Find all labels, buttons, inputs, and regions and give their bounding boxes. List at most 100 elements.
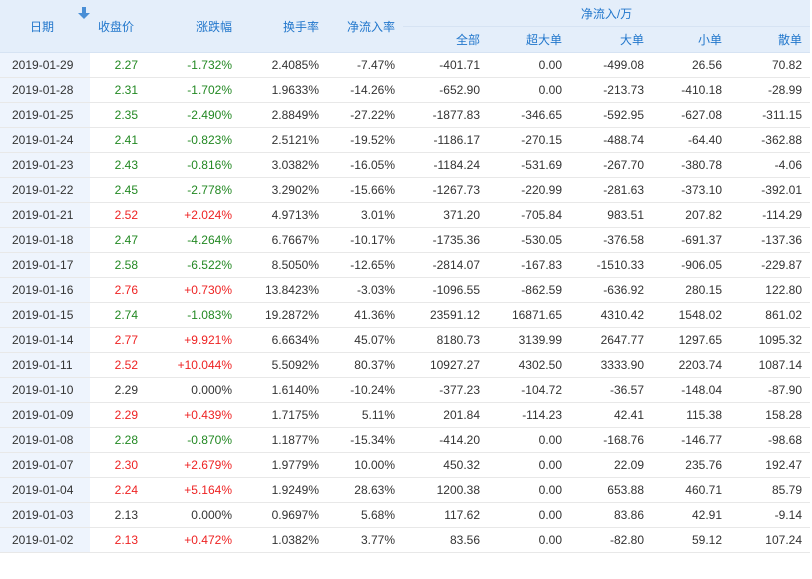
- cell-date: 2019-01-11: [0, 352, 90, 378]
- cell-large: 2647.77: [570, 327, 652, 353]
- cell-large: -281.63: [570, 177, 652, 203]
- cell-date: 2019-01-22: [0, 177, 90, 203]
- table-row: 2019-01-02 2.13 +0.472% 1.0382% 3.77% 83.56 0.…: [0, 527, 810, 553]
- header-turnover[interactable]: 换手率: [240, 0, 327, 53]
- cell-change: -0.870%: [146, 427, 240, 453]
- header-small[interactable]: 小单: [652, 26, 730, 53]
- cell-small: -373.10: [652, 177, 730, 203]
- cell-super: -346.65: [488, 102, 570, 128]
- cell-turnover: 5.5092%: [240, 352, 327, 378]
- cell-change: +0.472%: [146, 527, 240, 553]
- cell-netflow-rate: 10.00%: [327, 452, 403, 478]
- cell-change: +9.921%: [146, 327, 240, 353]
- cell-large: -82.80: [570, 527, 652, 553]
- cell-super: 3139.99: [488, 327, 570, 353]
- cell-small: 280.15: [652, 277, 730, 303]
- cell-turnover: 13.8423%: [240, 277, 327, 303]
- cell-turnover: 1.9779%: [240, 452, 327, 478]
- cell-super: -531.69: [488, 152, 570, 178]
- header-large[interactable]: 大单: [570, 26, 652, 53]
- cell-small: 460.71: [652, 477, 730, 503]
- cell-super: 16871.65: [488, 302, 570, 328]
- cell-date: 2019-01-03: [0, 502, 90, 528]
- cell-turnover: 2.4085%: [240, 52, 327, 78]
- cell-all: -377.23: [403, 377, 488, 403]
- cell-date: 2019-01-28: [0, 77, 90, 103]
- cell-turnover: 1.9249%: [240, 477, 327, 503]
- table-row: 2019-01-14 2.77 +9.921% 6.6634% 45.07% 8180.7…: [0, 327, 810, 353]
- cell-small: -64.40: [652, 127, 730, 153]
- table-row: 2019-01-21 2.52 +2.024% 4.9713% 3.01% 371.20-…: [0, 202, 810, 228]
- cell-retail: -87.90: [730, 377, 810, 403]
- cell-super: 0.00: [488, 427, 570, 453]
- cell-all: -1096.55: [403, 277, 488, 303]
- cell-retail: -362.88: [730, 127, 810, 153]
- cell-large: 653.88: [570, 477, 652, 503]
- cell-turnover: 6.6634%: [240, 327, 327, 353]
- cell-netflow-rate: -3.03%: [327, 277, 403, 303]
- cell-turnover: 1.1877%: [240, 427, 327, 453]
- header-close[interactable]: 收盘价: [90, 0, 146, 53]
- cell-netflow-rate: -15.34%: [327, 427, 403, 453]
- table-row: 2019-01-10 2.29 0.000% 1.6140% -10.24% -377.2…: [0, 377, 810, 403]
- header-date[interactable]: 日期: [0, 0, 90, 53]
- cell-small: -906.05: [652, 252, 730, 278]
- cell-close: 2.45: [90, 177, 146, 203]
- cell-super: 0.00: [488, 452, 570, 478]
- cell-change: -6.522%: [146, 252, 240, 278]
- cell-super: -862.59: [488, 277, 570, 303]
- cell-close: 2.28: [90, 427, 146, 453]
- cell-date: 2019-01-15: [0, 302, 90, 328]
- cell-large: 22.09: [570, 452, 652, 478]
- cell-change: -1.732%: [146, 52, 240, 78]
- cell-large: -499.08: [570, 52, 652, 78]
- cell-change: 0.000%: [146, 377, 240, 403]
- cell-close: 2.29: [90, 402, 146, 428]
- table-row: 2019-01-24 2.41 -0.823% 2.5121% -19.52% -1186…: [0, 127, 810, 153]
- cell-all: -2814.07: [403, 252, 488, 278]
- cell-close: 2.24: [90, 477, 146, 503]
- cell-date: 2019-01-14: [0, 327, 90, 353]
- cell-turnover: 2.5121%: [240, 127, 327, 153]
- cell-date: 2019-01-17: [0, 252, 90, 278]
- cell-netflow-rate: -12.65%: [327, 252, 403, 278]
- header-super[interactable]: 超大单: [488, 26, 570, 53]
- cell-super: 0.00: [488, 52, 570, 78]
- cell-large: 983.51: [570, 202, 652, 228]
- cell-super: 0.00: [488, 77, 570, 103]
- cell-close: 2.43: [90, 152, 146, 178]
- cell-large: -36.57: [570, 377, 652, 403]
- cell-large: -636.92: [570, 277, 652, 303]
- cell-super: -270.15: [488, 127, 570, 153]
- header-netflow-rate[interactable]: 净流入率: [327, 0, 403, 53]
- cell-retail: -137.36: [730, 227, 810, 253]
- cell-small: 1548.02: [652, 302, 730, 328]
- cell-close: 2.13: [90, 527, 146, 553]
- cell-all: 10927.27: [403, 352, 488, 378]
- sort-down-arrow-icon[interactable]: [78, 6, 90, 20]
- cell-retail: 158.28: [730, 402, 810, 428]
- header-retail[interactable]: 散单: [730, 26, 810, 53]
- cell-retail: -4.06: [730, 152, 810, 178]
- header-all[interactable]: 全部: [403, 26, 488, 53]
- cell-all: -414.20: [403, 427, 488, 453]
- header-change[interactable]: 涨跌幅: [146, 0, 240, 53]
- cell-close: 2.77: [90, 327, 146, 353]
- table-row: 2019-01-23 2.43 -0.816% 3.0382% -16.05% -1184…: [0, 152, 810, 178]
- cell-retail: -311.15: [730, 102, 810, 128]
- cell-large: 3333.90: [570, 352, 652, 378]
- header-date-label: 日期: [30, 19, 55, 34]
- cell-netflow-rate: -16.05%: [327, 152, 403, 178]
- cell-change: +5.164%: [146, 477, 240, 503]
- cell-turnover: 1.6140%: [240, 377, 327, 403]
- cell-close: 2.13: [90, 502, 146, 528]
- table-row: 2019-01-11 2.52 +10.044% 5.5092% 80.37% 10927…: [0, 352, 810, 378]
- cell-all: 201.84: [403, 402, 488, 428]
- cell-super: 4302.50: [488, 352, 570, 378]
- cell-large: -1510.33: [570, 252, 652, 278]
- cell-all: -1184.24: [403, 152, 488, 178]
- cell-change: -0.816%: [146, 152, 240, 178]
- cell-change: -1.702%: [146, 77, 240, 103]
- cell-retail: -28.99: [730, 77, 810, 103]
- cell-netflow-rate: 3.77%: [327, 527, 403, 553]
